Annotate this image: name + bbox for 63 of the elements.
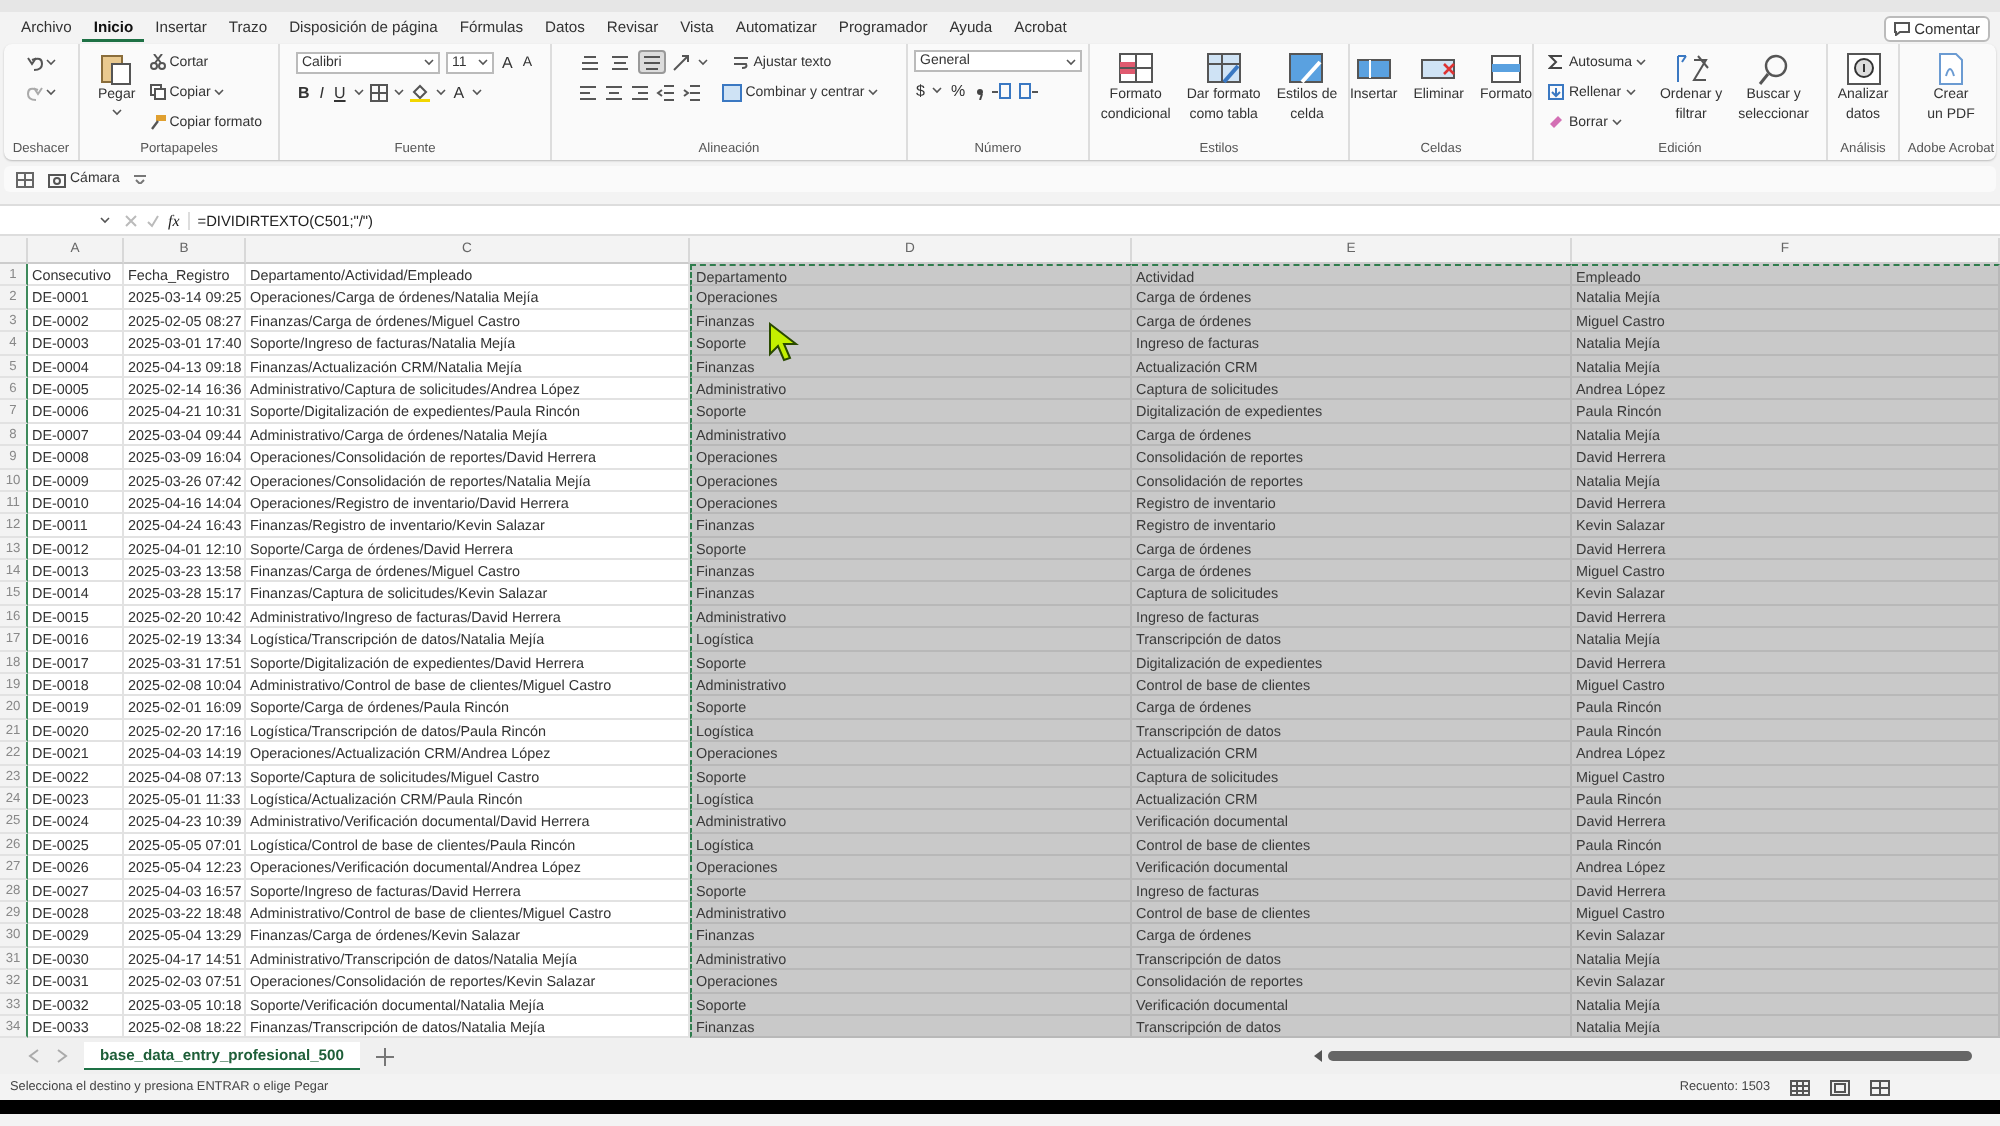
eraser-icon [1548, 114, 1565, 130]
cell-styles-icon [1286, 50, 1327, 86]
caret-icon[interactable] [423, 58, 434, 66]
insert-function-button[interactable]: fx [168, 211, 180, 229]
comment-icon [1894, 21, 1911, 35]
caret-icon[interactable] [393, 88, 404, 96]
sort-filter-icon [1671, 50, 1712, 86]
format-cells-icon [1486, 50, 1527, 86]
page-break-icon[interactable] [1870, 1079, 1890, 1096]
align-left-icon[interactable] [577, 83, 598, 101]
caret-icon[interactable] [353, 88, 364, 96]
caret-icon[interactable] [1066, 57, 1076, 65]
caret-icon[interactable] [1611, 118, 1622, 126]
undo-icon [26, 53, 44, 71]
caret-icon[interactable] [697, 58, 708, 66]
decrease-decimal-icon[interactable] [1017, 81, 1038, 99]
align-right-icon[interactable] [629, 83, 650, 101]
orientation-icon[interactable] [671, 53, 692, 71]
fill-color-icon[interactable] [409, 82, 430, 102]
caret-icon[interactable] [100, 216, 110, 224]
percent-button[interactable]: % [948, 78, 968, 102]
increase-indent-icon[interactable] [681, 83, 702, 101]
copy-icon [149, 84, 166, 100]
increase-decimal-icon[interactable] [991, 81, 1012, 99]
caret-icon[interactable] [1625, 88, 1636, 96]
currency-button[interactable]: $ [914, 78, 927, 102]
horizontal-scrollbar[interactable] [1312, 1048, 1972, 1065]
caret-icon[interactable] [214, 88, 225, 96]
decrease-indent-icon[interactable] [655, 83, 676, 101]
caret-icon[interactable] [46, 58, 56, 66]
caret-icon[interactable] [932, 86, 943, 94]
camera-icon [48, 171, 66, 187]
fill-down-icon [1548, 84, 1565, 100]
clipboard-icon [100, 50, 133, 86]
analyze-data-icon [1843, 50, 1883, 86]
merge-icon [721, 83, 742, 101]
caret-icon[interactable] [435, 88, 446, 96]
conditional-format-icon [1115, 50, 1156, 86]
normal-view-icon[interactable] [1790, 1079, 1810, 1096]
sheet-icon[interactable] [16, 171, 34, 187]
add-sheet-icon[interactable] [375, 1047, 394, 1066]
align-center-icon[interactable] [603, 83, 624, 101]
sigma-icon [1548, 54, 1565, 70]
caret-icon[interactable] [477, 58, 488, 66]
grow-font-button[interactable]: A [499, 50, 515, 74]
italic-button[interactable]: I [317, 80, 326, 104]
brush-icon [149, 114, 166, 130]
wrap-icon [731, 53, 750, 71]
caret-icon[interactable] [111, 107, 122, 115]
caret-icon[interactable] [472, 88, 483, 96]
table-format-icon [1203, 50, 1244, 86]
underline-button[interactable]: U [332, 80, 348, 104]
font-color-button[interactable]: A [451, 80, 467, 104]
caret-icon[interactable] [868, 88, 879, 96]
borders-icon[interactable] [369, 83, 388, 101]
redo-icon [26, 83, 44, 101]
caret-icon[interactable] [46, 88, 56, 96]
bold-button[interactable]: B [295, 80, 312, 104]
mouse-pointer-icon [768, 322, 800, 362]
page-layout-icon[interactable] [1830, 1079, 1850, 1096]
scissors-icon [149, 54, 166, 70]
customize-icon[interactable] [133, 174, 146, 184]
caret-icon[interactable] [1635, 58, 1646, 66]
